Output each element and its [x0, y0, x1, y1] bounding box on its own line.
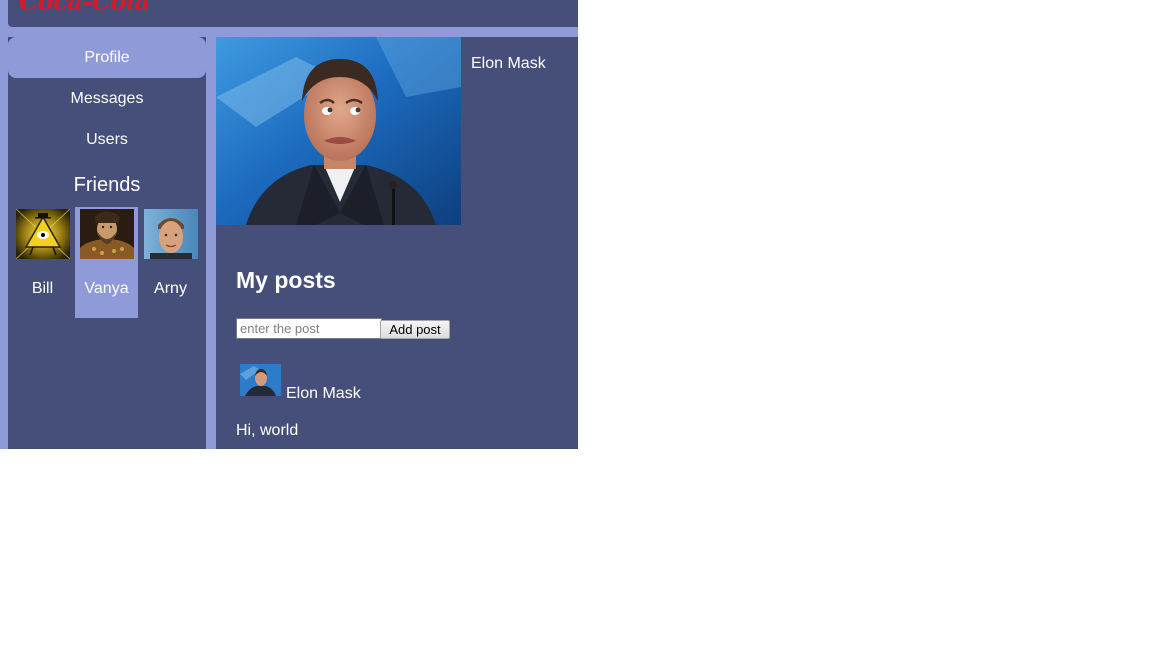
nav-profile-link[interactable]: Profile — [8, 37, 206, 78]
friend-avatar-vanya — [80, 209, 134, 259]
post-input[interactable] — [236, 318, 382, 339]
friend-name-arny: Arny — [154, 280, 187, 297]
profile-name: Elon Mask — [471, 55, 546, 72]
post-item: Elon Mask Hi, world — [216, 359, 578, 449]
my-posts-title: My posts — [236, 267, 336, 293]
sidebar: Profile Messages Users Friends Bill Vany… — [8, 37, 206, 449]
friend-vanya[interactable]: Vanya — [75, 207, 138, 318]
friends-list: Bill Vanya Arny — [8, 207, 206, 318]
main-content: Elon Mask My posts Add post Elon Mask Hi… — [216, 37, 578, 449]
friends-title: Friends — [73, 174, 141, 196]
add-post-button[interactable]: Add post — [380, 320, 450, 339]
post-author-name: Elon Mask — [286, 385, 361, 402]
logo[interactable]: Coca-Cola — [19, 0, 150, 16]
post-text: Hi, world — [236, 422, 299, 439]
header: Coca-Cola — [8, 0, 578, 27]
post-author-avatar — [240, 364, 281, 396]
friend-bill[interactable]: Bill — [11, 207, 74, 318]
friend-avatar-bill — [16, 209, 70, 259]
nav-messages-link[interactable]: Messages — [8, 78, 206, 119]
nav-users-link[interactable]: Users — [8, 119, 206, 160]
friend-arny[interactable]: Arny — [139, 207, 202, 318]
friend-name-vanya: Vanya — [84, 280, 129, 297]
friend-name-bill: Bill — [31, 280, 54, 297]
profile-photo — [216, 37, 461, 225]
friend-avatar-arny — [144, 209, 198, 259]
app-root: Coca-Cola Profile Messages Users Friends — [0, 0, 578, 449]
